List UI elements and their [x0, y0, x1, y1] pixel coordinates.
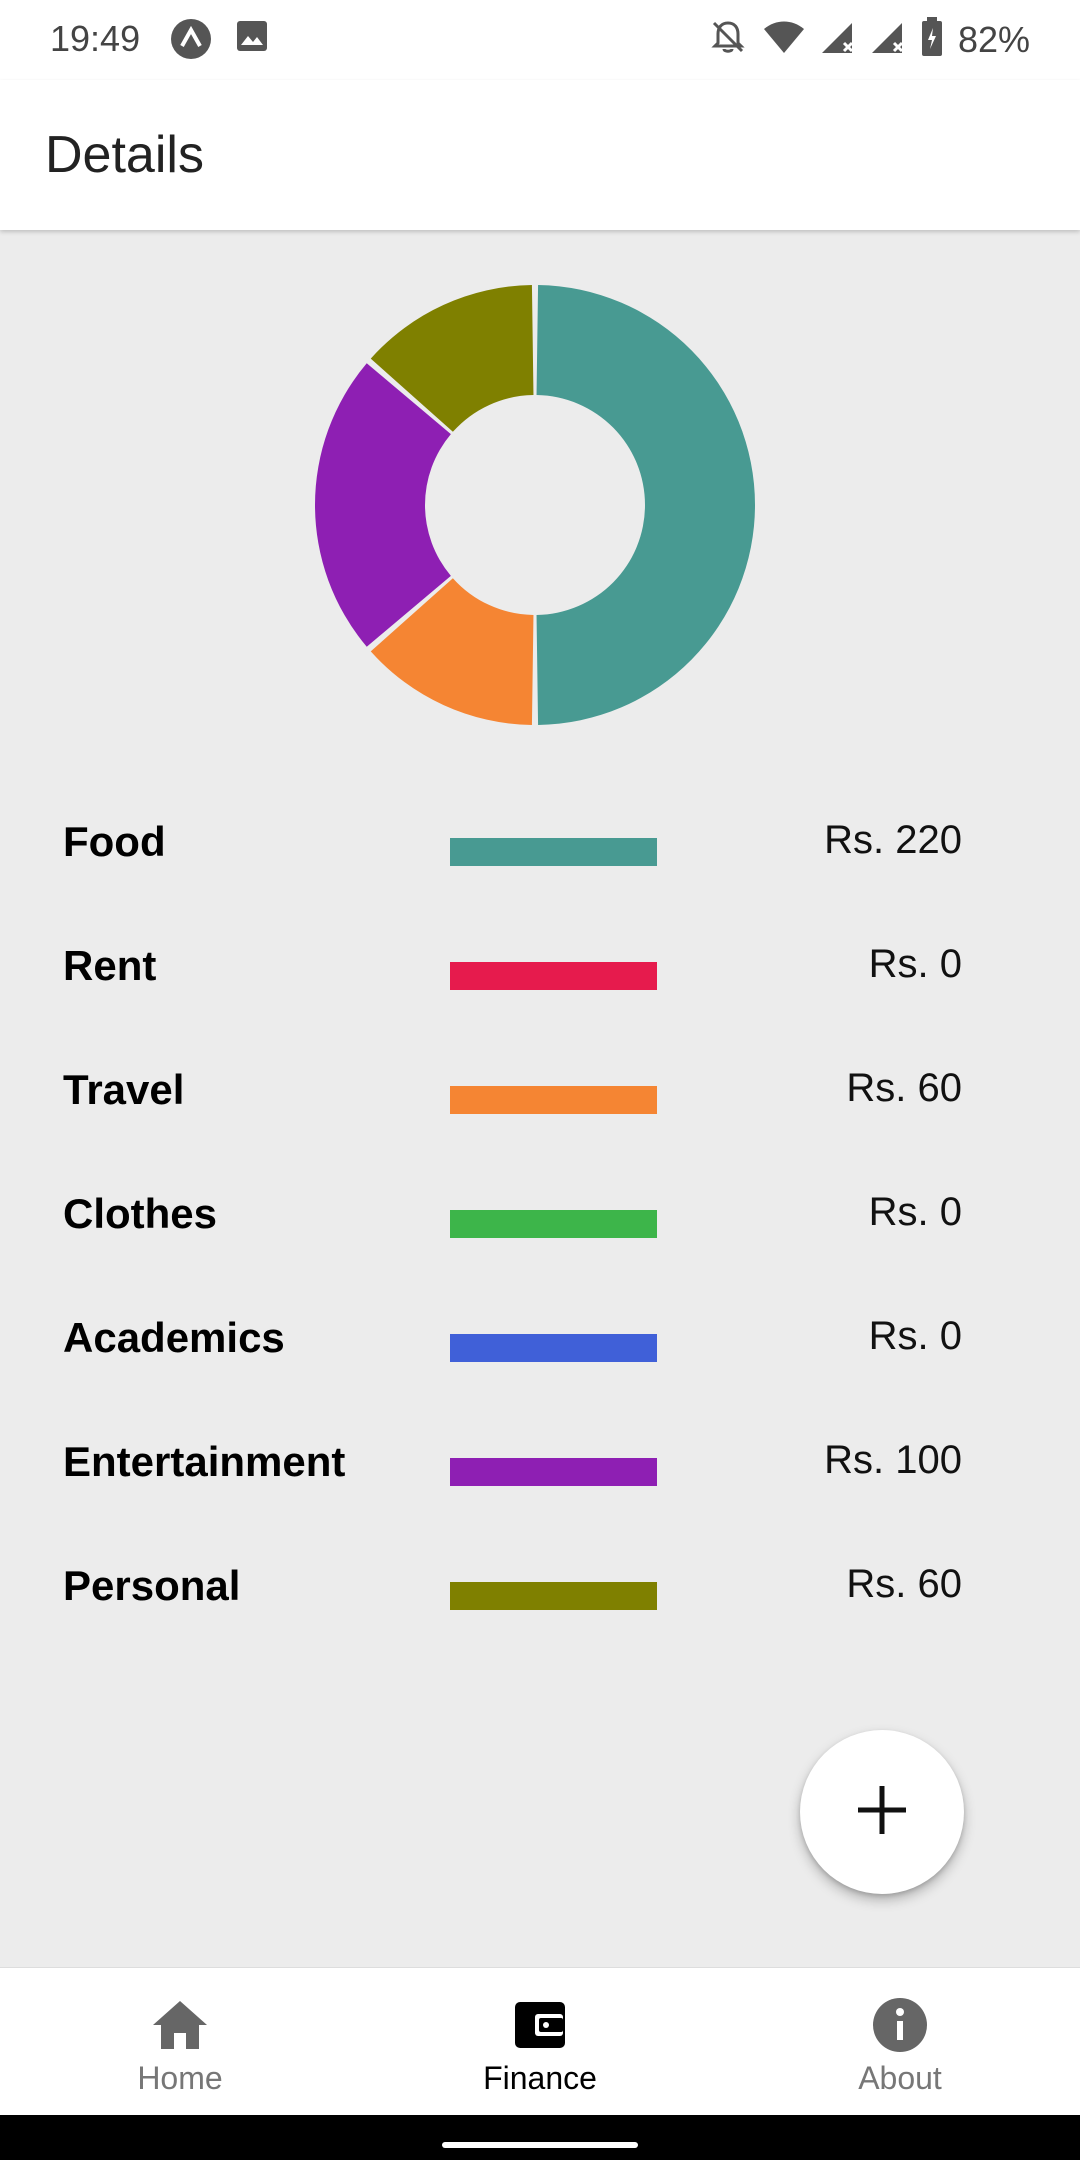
page-title: Details	[45, 126, 204, 184]
category-legend: Food Rs. 220 Rent Rs. 0 Travel Rs. 60 Cl…	[0, 800, 1080, 1668]
home-icon	[151, 1998, 209, 2052]
legend-swatch	[450, 1210, 657, 1238]
legend-amount: Rs. 0	[868, 1190, 962, 1234]
battery-percentage: 82%	[957, 18, 1030, 60]
bell-off-icon	[708, 17, 748, 62]
legend-row-rent: Rent Rs. 0	[0, 924, 1080, 1048]
nav-home[interactable]: Home	[0, 1968, 360, 2116]
legend-amount: Rs. 0	[868, 942, 962, 986]
nav-finance[interactable]: Finance	[360, 1968, 720, 2116]
legend-swatch	[450, 838, 657, 866]
status-right-icons: 82%	[708, 16, 1030, 63]
wallet-icon	[513, 1998, 567, 2052]
legend-amount: Rs. 0	[868, 1314, 962, 1358]
status-bar: 19:49 82%	[0, 0, 1080, 80]
battery-icon	[920, 16, 944, 63]
legend-row-food: Food Rs. 220	[0, 800, 1080, 924]
legend-label: Personal	[63, 1562, 241, 1609]
legend-row-travel: Travel Rs. 60	[0, 1048, 1080, 1172]
legend-swatch	[450, 1458, 657, 1486]
legend-amount: Rs. 220	[824, 818, 962, 862]
app-bar: Details	[0, 80, 1080, 230]
legend-label: Food	[63, 818, 166, 865]
legend-swatch	[450, 962, 657, 990]
legend-amount: Rs. 100	[824, 1438, 962, 1482]
legend-label: Rent	[63, 942, 157, 989]
legend-row-clothes: Clothes Rs. 0	[0, 1172, 1080, 1296]
bottom-navigation: Home Finance About	[0, 1967, 1080, 2116]
legend-label: Entertainment	[63, 1438, 346, 1485]
plus-icon	[854, 1782, 910, 1843]
nav-label: Finance	[483, 2060, 597, 2096]
donut-chart	[310, 280, 760, 730]
wifi-icon	[762, 17, 806, 62]
status-left-icons	[170, 18, 270, 65]
legend-swatch	[450, 1582, 657, 1610]
legend-swatch	[450, 1334, 657, 1362]
nav-label: About	[858, 2060, 942, 2096]
status-time: 19:49	[50, 18, 141, 59]
donut-slice-food	[536, 285, 755, 725]
add-expense-button[interactable]	[800, 1730, 964, 1894]
app-a-icon	[170, 18, 212, 65]
image-icon	[234, 18, 270, 65]
legend-row-personal: Personal Rs. 60	[0, 1544, 1080, 1668]
legend-row-entertainment: Entertainment Rs. 100	[0, 1420, 1080, 1544]
donut-chart-svg	[315, 285, 755, 725]
legend-label: Clothes	[63, 1190, 218, 1237]
info-icon	[872, 1998, 928, 2052]
home-gesture-handle[interactable]	[442, 2142, 638, 2148]
signal-icon	[820, 17, 856, 62]
system-gesture-bar	[0, 2115, 1080, 2160]
legend-amount: Rs. 60	[846, 1066, 962, 1110]
legend-label: Travel	[63, 1066, 185, 1113]
signal-icon	[870, 17, 906, 62]
nav-about[interactable]: About	[720, 1968, 1080, 2116]
legend-label: Academics	[63, 1314, 285, 1361]
legend-row-academics: Academics Rs. 0	[0, 1296, 1080, 1420]
legend-amount: Rs. 60	[846, 1562, 962, 1606]
legend-swatch	[450, 1086, 657, 1114]
nav-label: Home	[137, 2060, 223, 2096]
